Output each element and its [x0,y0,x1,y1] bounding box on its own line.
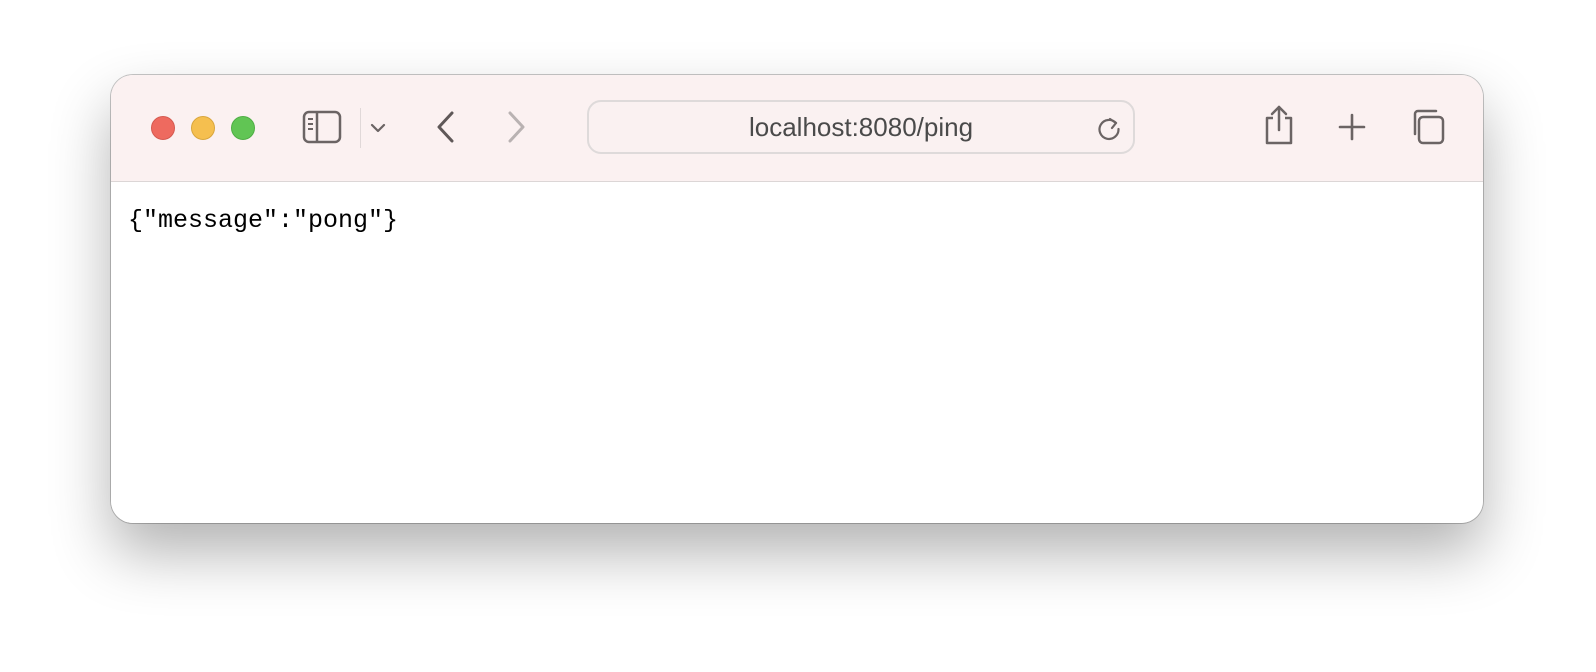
maximize-window-button[interactable] [231,116,255,140]
share-icon [1265,105,1293,145]
chevron-left-icon [437,111,454,143]
tab-group-menu-button[interactable] [367,117,389,139]
browser-window: localhost:8080/ping {"message":"pong"} [111,75,1483,523]
forward-button[interactable] [501,107,531,147]
share-button[interactable] [1261,103,1297,147]
chevron-down-icon [370,123,386,133]
sidebar-toggle-button[interactable] [301,107,343,147]
json-response-text: {"message":"pong"} [128,206,399,235]
chevron-right-icon [508,111,525,143]
sidebar-icon [302,110,342,144]
address-bar[interactable]: localhost:8080/ping [587,100,1135,154]
new-tab-button[interactable] [1335,110,1369,144]
tab-overview-button[interactable] [1407,107,1447,147]
minimize-window-button[interactable] [191,116,215,140]
browser-toolbar: localhost:8080/ping [111,75,1483,182]
page-content: {"message":"pong"} [111,182,1483,523]
close-window-button[interactable] [151,116,175,140]
reload-icon [1098,117,1120,141]
address-url[interactable]: localhost:8080/ping [589,102,1133,152]
plus-icon [1338,113,1366,141]
toolbar-divider [360,108,361,148]
reload-button[interactable] [1095,114,1123,142]
tab-overview-icon [1413,109,1445,145]
back-button[interactable] [431,107,461,147]
